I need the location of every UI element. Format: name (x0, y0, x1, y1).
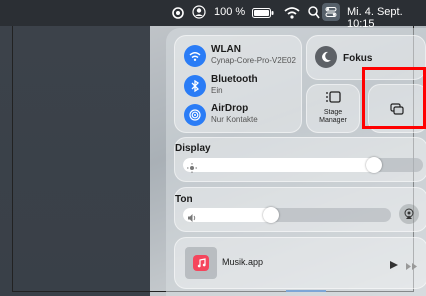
user-icon[interactable] (192, 5, 206, 19)
stage-manager-tile[interactable]: Stage Manager (306, 84, 360, 133)
menu-bar: 100 % Mi. 4. Sept. 10:15 (0, 0, 426, 30)
dock-indicator (286, 290, 326, 292)
display-label: Display (175, 143, 211, 154)
control-center-icon[interactable] (322, 3, 340, 21)
battery-percent: 100 % (214, 6, 246, 18)
album-art (185, 247, 217, 279)
wifi-icon[interactable] (284, 6, 300, 19)
focus-label: Fokus (343, 53, 373, 64)
airdrop-label: AirDrop (211, 103, 249, 114)
speaker-icon (187, 210, 197, 228)
sound-tile: Ton (174, 187, 426, 232)
highlight-box (362, 67, 426, 129)
music-app-icon (193, 255, 209, 271)
moon-icon (315, 46, 337, 68)
sound-label: Ton (175, 194, 193, 205)
sun-icon (187, 160, 197, 178)
bluetooth-toggle[interactable] (184, 75, 206, 97)
wifi-label: WLAN (211, 44, 241, 55)
display-tile: Display (174, 137, 426, 182)
wifi-network: Cynap-Core-Pro-V2E02 (211, 56, 296, 65)
stage-manager-icon (325, 90, 341, 108)
connectivity-tile: WLAN Cynap-Core-Pro-V2E02 Bluetooth Ein … (174, 35, 302, 133)
stage-manager-label: Stage Manager (319, 109, 347, 124)
wifi-toggle[interactable] (184, 45, 206, 67)
record-icon[interactable] (172, 7, 184, 19)
bluetooth-label: Bluetooth (211, 74, 258, 85)
battery-icon[interactable] (252, 8, 274, 18)
airplay-audio-icon[interactable] (399, 204, 419, 224)
brightness-knob[interactable] (366, 157, 382, 173)
volume-knob[interactable] (263, 207, 279, 223)
brightness-slider[interactable] (183, 157, 423, 173)
now-playing-tile[interactable]: Musik.app (174, 237, 426, 289)
volume-slider[interactable] (183, 207, 391, 223)
play-icon[interactable] (389, 257, 399, 275)
next-track-icon[interactable] (405, 258, 419, 276)
airdrop-status: Nur Kontakte (211, 115, 258, 124)
brightness-fill (183, 158, 380, 172)
airdrop-toggle[interactable] (184, 104, 206, 126)
music-label: Musik.app (222, 257, 264, 267)
bluetooth-status: Ein (211, 86, 223, 95)
datetime[interactable]: Mi. 4. Sept. 10:15 (347, 6, 426, 30)
search-icon[interactable] (308, 6, 320, 19)
